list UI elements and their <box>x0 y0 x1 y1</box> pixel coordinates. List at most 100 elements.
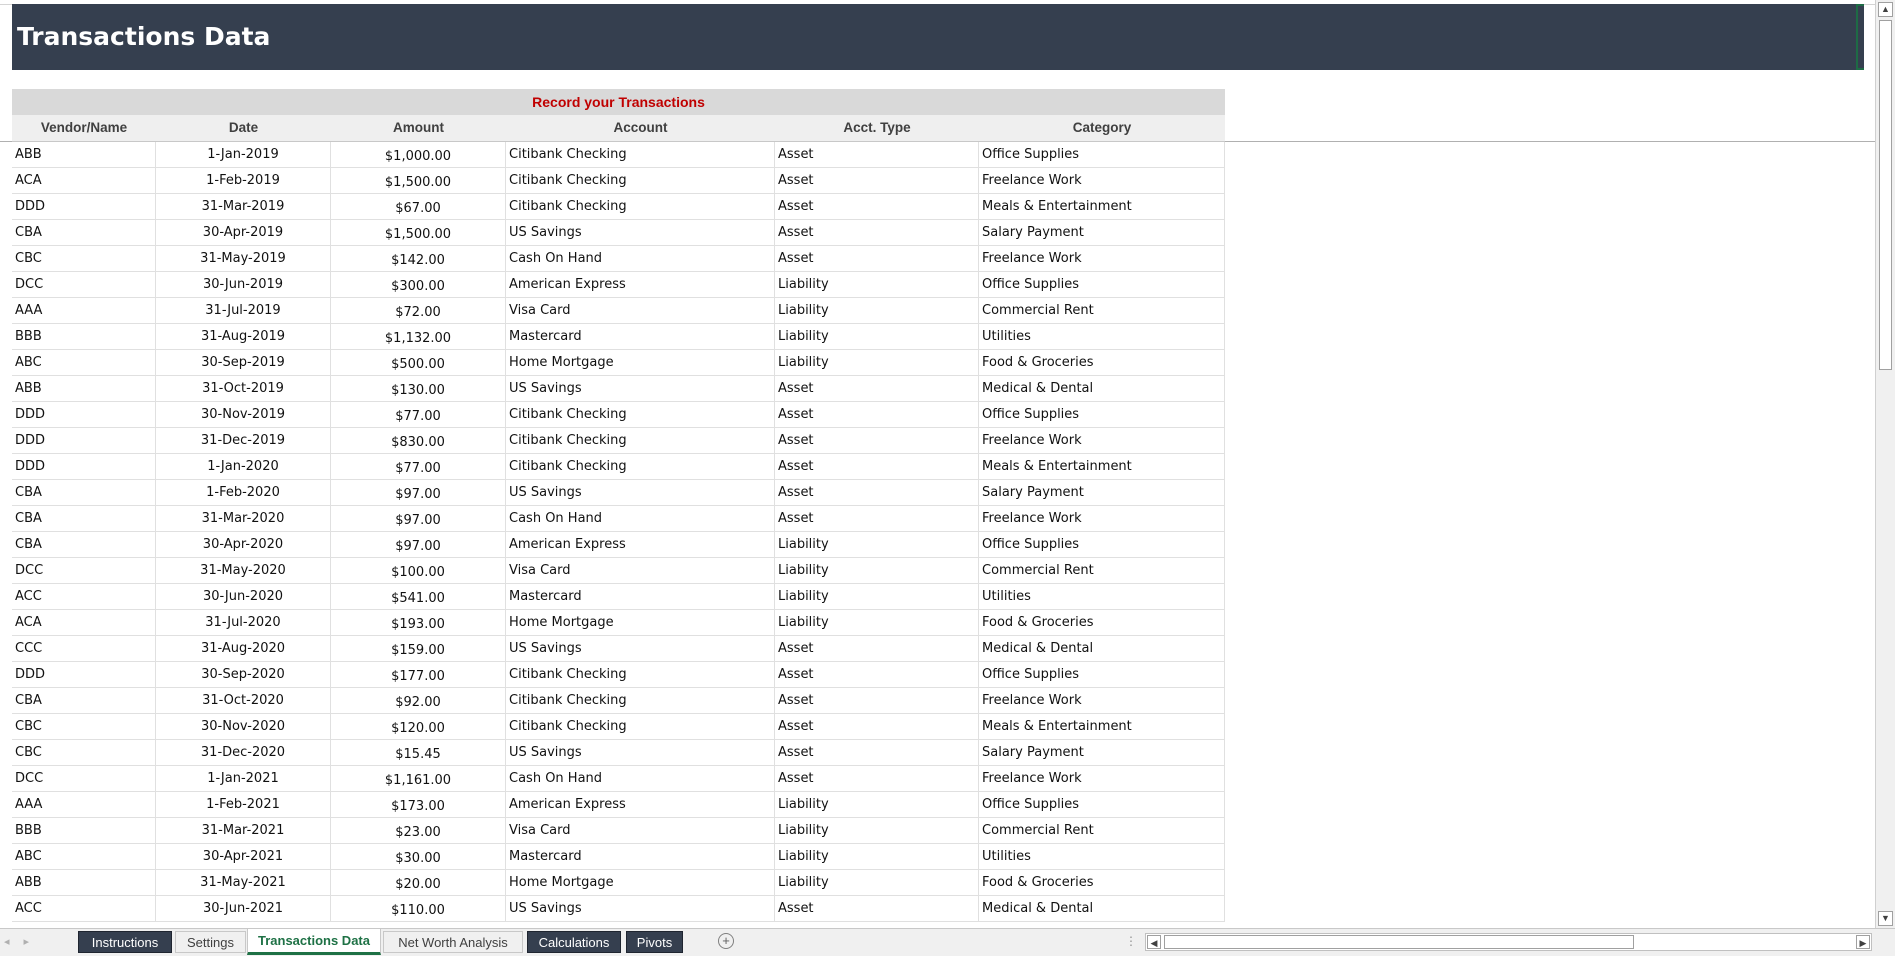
cell-amount[interactable]: $173.00 <box>331 792 506 817</box>
cell-amount[interactable]: $830.00 <box>331 428 506 453</box>
cell-amount[interactable]: $100.00 <box>331 558 506 583</box>
cell-category[interactable]: Freelance Work <box>979 766 1225 791</box>
cell-acct-type[interactable]: Asset <box>775 402 979 427</box>
cell-vendor[interactable]: DDD <box>12 454 156 479</box>
cell-acct-type[interactable]: Asset <box>775 896 979 921</box>
cell-category[interactable]: Commercial Rent <box>979 818 1225 843</box>
cell-account[interactable]: Cash On Hand <box>506 766 775 791</box>
tab-net-worth-analysis[interactable]: Net Worth Analysis <box>383 931 523 953</box>
cell-category[interactable]: Office Supplies <box>979 142 1225 167</box>
cell-vendor[interactable]: ABB <box>12 870 156 895</box>
cell-amount[interactable]: $1,161.00 <box>331 766 506 791</box>
cell-vendor[interactable]: ACA <box>12 610 156 635</box>
cell-category[interactable]: Salary Payment <box>979 480 1225 505</box>
cell-category[interactable]: Freelance Work <box>979 506 1225 531</box>
cell-vendor[interactable]: AAA <box>12 298 156 323</box>
cell-acct-type[interactable]: Asset <box>775 506 979 531</box>
scroll-right-icon[interactable]: ▶ <box>1856 935 1870 949</box>
cell-category[interactable]: Office Supplies <box>979 402 1225 427</box>
cell-date[interactable]: 31-Mar-2019 <box>156 194 331 219</box>
cell-amount[interactable]: $77.00 <box>331 454 506 479</box>
cell-account[interactable]: Citibank Checking <box>506 168 775 193</box>
cell-acct-type[interactable]: Asset <box>775 688 979 713</box>
cell-category[interactable]: Food & Groceries <box>979 610 1225 635</box>
cell-amount[interactable]: $1,132.00 <box>331 324 506 349</box>
cell-account[interactable]: Mastercard <box>506 324 775 349</box>
cell-category[interactable]: Medical & Dental <box>979 376 1225 401</box>
cell-acct-type[interactable]: Asset <box>775 246 979 271</box>
column-header-account[interactable]: Account <box>506 115 775 141</box>
cell-acct-type[interactable]: Liability <box>775 792 979 817</box>
cell-acct-type[interactable]: Asset <box>775 714 979 739</box>
cell-account[interactable]: US Savings <box>506 636 775 661</box>
cell-acct-type[interactable]: Asset <box>775 220 979 245</box>
cell-date[interactable]: 30-Jun-2020 <box>156 584 331 609</box>
column-header-category[interactable]: Category <box>979 115 1225 141</box>
cell-vendor[interactable]: ACC <box>12 584 156 609</box>
cell-acct-type[interactable]: Liability <box>775 584 979 609</box>
tab-settings[interactable]: Settings <box>175 931 246 953</box>
cell-date[interactable]: 30-Nov-2019 <box>156 402 331 427</box>
cell-date[interactable]: 31-Mar-2021 <box>156 818 331 843</box>
cell-category[interactable]: Meals & Entertainment <box>979 194 1225 219</box>
cell-category[interactable]: Commercial Rent <box>979 558 1225 583</box>
cell-vendor[interactable]: DDD <box>12 194 156 219</box>
cell-account[interactable]: US Savings <box>506 480 775 505</box>
cell-account[interactable]: American Express <box>506 532 775 557</box>
cell-date[interactable]: 31-Oct-2020 <box>156 688 331 713</box>
cell-acct-type[interactable]: Asset <box>775 766 979 791</box>
cell-vendor[interactable]: BBB <box>12 818 156 843</box>
cell-amount[interactable]: $97.00 <box>331 480 506 505</box>
cell-amount[interactable]: $92.00 <box>331 688 506 713</box>
tab-transactions-data[interactable]: Transactions Data <box>247 929 381 955</box>
cell-date[interactable]: 1-Feb-2019 <box>156 168 331 193</box>
cell-account[interactable]: Citibank Checking <box>506 402 775 427</box>
cell-date[interactable]: 30-Apr-2020 <box>156 532 331 557</box>
cell-vendor[interactable]: ABB <box>12 376 156 401</box>
cell-account[interactable]: US Savings <box>506 376 775 401</box>
cell-acct-type[interactable]: Liability <box>775 610 979 635</box>
cell-account[interactable]: Citibank Checking <box>506 688 775 713</box>
cell-acct-type[interactable]: Liability <box>775 298 979 323</box>
cell-amount[interactable]: $300.00 <box>331 272 506 297</box>
cell-account[interactable]: Home Mortgage <box>506 350 775 375</box>
vertical-scroll-thumb[interactable] <box>1879 20 1892 370</box>
cell-amount[interactable]: $142.00 <box>331 246 506 271</box>
cell-amount[interactable]: $20.00 <box>331 870 506 895</box>
cell-amount[interactable]: $193.00 <box>331 610 506 635</box>
cell-amount[interactable]: $23.00 <box>331 818 506 843</box>
cell-vendor[interactable]: ACC <box>12 896 156 921</box>
cell-vendor[interactable]: DDD <box>12 428 156 453</box>
cell-acct-type[interactable]: Asset <box>775 142 979 167</box>
cell-date[interactable]: 1-Jan-2020 <box>156 454 331 479</box>
cell-date[interactable]: 31-Aug-2019 <box>156 324 331 349</box>
cell-date[interactable]: 31-May-2020 <box>156 558 331 583</box>
cell-account[interactable]: Cash On Hand <box>506 506 775 531</box>
cell-amount[interactable]: $120.00 <box>331 714 506 739</box>
cell-account[interactable]: Mastercard <box>506 584 775 609</box>
cell-date[interactable]: 30-Sep-2020 <box>156 662 331 687</box>
cell-date[interactable]: 31-Jul-2020 <box>156 610 331 635</box>
cell-category[interactable]: Freelance Work <box>979 688 1225 713</box>
tab-calculations[interactable]: Calculations <box>527 931 621 953</box>
cell-category[interactable]: Freelance Work <box>979 168 1225 193</box>
cell-vendor[interactable]: DCC <box>12 558 156 583</box>
cell-vendor[interactable]: CBA <box>12 480 156 505</box>
scroll-left-icon[interactable]: ◀ <box>1147 935 1161 949</box>
cell-acct-type[interactable]: Asset <box>775 194 979 219</box>
cell-date[interactable]: 30-Jun-2021 <box>156 896 331 921</box>
cell-date[interactable]: 31-Mar-2020 <box>156 506 331 531</box>
cell-category[interactable]: Freelance Work <box>979 246 1225 271</box>
cell-amount[interactable]: $77.00 <box>331 402 506 427</box>
cell-date[interactable]: 1-Feb-2020 <box>156 480 331 505</box>
cell-account[interactable]: Home Mortgage <box>506 870 775 895</box>
cell-amount[interactable]: $1,000.00 <box>331 142 506 167</box>
cell-account[interactable]: Citibank Checking <box>506 142 775 167</box>
cell-vendor[interactable]: DDD <box>12 402 156 427</box>
cell-vendor[interactable]: ABC <box>12 350 156 375</box>
cell-acct-type[interactable]: Asset <box>775 376 979 401</box>
cell-category[interactable]: Utilities <box>979 324 1225 349</box>
cell-vendor[interactable]: ACA <box>12 168 156 193</box>
cell-amount[interactable]: $30.00 <box>331 844 506 869</box>
cell-account[interactable]: US Savings <box>506 896 775 921</box>
